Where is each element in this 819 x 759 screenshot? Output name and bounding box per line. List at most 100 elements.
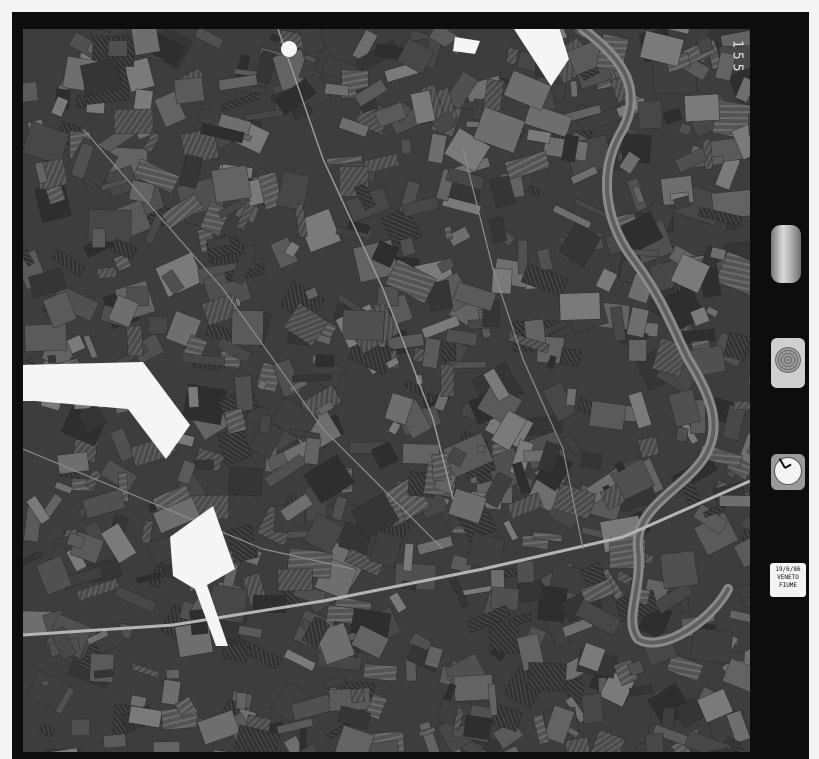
field-parcel [181, 353, 226, 367]
field-parcel [71, 718, 90, 736]
field-parcel [444, 226, 453, 241]
bubble-level-icon [771, 225, 801, 283]
aerial-photograph [23, 29, 750, 752]
field-parcel [463, 714, 493, 741]
field-parcel [363, 153, 400, 174]
field-parcel [527, 661, 567, 692]
field-parcel [100, 522, 137, 564]
field-parcel [421, 337, 442, 369]
field-parcel [298, 29, 326, 55]
field-parcel [595, 267, 618, 293]
field-parcel [400, 138, 412, 155]
field-parcel [564, 736, 591, 752]
field-parcel [234, 375, 254, 412]
field-parcel [528, 185, 541, 196]
field-parcel [140, 519, 154, 544]
field-parcel [56, 451, 90, 475]
field-parcel [342, 309, 385, 341]
field-parcel [130, 663, 161, 679]
data-label-line: 19/6/86 [775, 566, 801, 573]
field-parcel [324, 83, 350, 97]
field-parcel [719, 494, 750, 508]
field-parcel [662, 108, 683, 125]
field-parcel [81, 488, 127, 520]
field-parcel [254, 50, 278, 85]
field-parcel [668, 388, 701, 428]
field-parcel [41, 679, 49, 687]
field-parcel [615, 570, 634, 586]
field-parcel [50, 95, 69, 118]
field-parcel [448, 361, 487, 369]
field-parcel [559, 347, 583, 367]
field-parcel [23, 81, 39, 104]
field-parcel [581, 693, 604, 725]
field-parcel [689, 627, 734, 664]
field-parcel [161, 679, 182, 706]
field-parcel [588, 400, 627, 431]
field-parcel [82, 334, 98, 359]
data-label-line: VENETO [777, 574, 799, 581]
altimeter-icon [771, 338, 805, 388]
field-parcel [258, 414, 272, 434]
field-parcel [441, 341, 457, 362]
field-parcel [488, 620, 520, 654]
field-parcel [628, 684, 654, 697]
field-parcel [748, 377, 750, 385]
field-parcel [103, 733, 127, 749]
field-parcel [47, 354, 57, 364]
field-parcel [126, 325, 144, 357]
field-parcel [165, 669, 180, 680]
field-parcel [235, 692, 247, 710]
field-parcel [659, 550, 699, 590]
field-parcel [505, 47, 519, 65]
field-parcel [244, 108, 286, 122]
field-parcel [54, 481, 73, 495]
field-parcel [237, 625, 263, 639]
field-parcel [283, 648, 317, 672]
field-parcel [173, 76, 205, 105]
data-label-line: FIUME [778, 582, 798, 589]
field-parcel [133, 88, 154, 112]
field-parcel [489, 216, 507, 244]
field-parcel [38, 723, 56, 738]
field-parcel [559, 292, 601, 321]
field-parcel [129, 29, 161, 56]
field-parcel [562, 433, 583, 457]
field-parcel [678, 122, 693, 136]
field-parcel [477, 445, 486, 453]
data-label: 19/6/86 VENETO FIUME [770, 563, 806, 597]
field-parcel [502, 519, 519, 542]
field-parcel [637, 100, 664, 130]
field-parcel [227, 466, 263, 497]
field-parcel [637, 436, 660, 459]
field-parcel [24, 323, 68, 352]
field-parcel [517, 580, 545, 603]
field-parcel [89, 653, 115, 683]
field-parcel [107, 40, 128, 57]
field-parcel [590, 729, 626, 752]
field-parcel [570, 80, 578, 98]
field-parcel [740, 515, 750, 531]
field-parcel [193, 29, 225, 50]
frame-number: 155 [729, 40, 745, 76]
field-parcel [738, 582, 750, 599]
field-parcel [350, 687, 366, 704]
field-parcel [109, 427, 136, 463]
field-parcel [113, 108, 154, 134]
field-parcel [728, 609, 750, 627]
field-parcel [363, 663, 398, 682]
field-parcel [628, 339, 647, 362]
field-parcel [197, 709, 241, 746]
field-parcel [580, 451, 603, 471]
field-parcel [113, 585, 158, 614]
masked-area [23, 362, 190, 459]
terrain-drawing [23, 29, 750, 752]
field-parcel [41, 522, 67, 545]
field-parcel [91, 228, 106, 248]
field-parcel [675, 426, 689, 443]
field-parcel [195, 459, 215, 470]
field-parcel [147, 316, 168, 335]
field-parcel [315, 354, 335, 368]
field-parcel [645, 732, 664, 752]
field-parcel [733, 400, 750, 411]
